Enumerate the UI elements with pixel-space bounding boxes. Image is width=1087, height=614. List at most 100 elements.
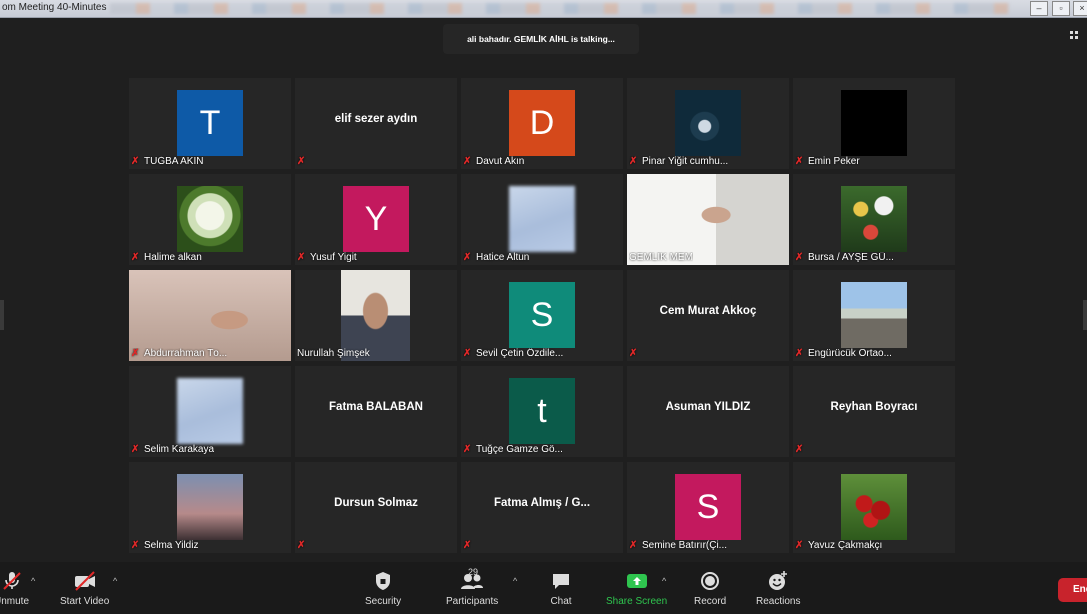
record-button[interactable]: Record — [694, 570, 726, 607]
participant-profile-photo — [177, 186, 243, 252]
close-icon[interactable]: × — [1073, 1, 1087, 16]
security-button[interactable]: Security — [365, 570, 401, 607]
participant-name-text: Emin Peker — [808, 156, 860, 167]
mic-muted-icon: ✗ — [463, 252, 472, 263]
mic-muted-icon: ✗ — [463, 540, 472, 551]
mic-muted-icon: ✗ — [463, 444, 472, 455]
participant-tile[interactable]: ✗ Emin Peker — [793, 78, 955, 169]
participant-name-label: ✗ Engürücük Ortao... — [795, 348, 892, 359]
next-page-handle[interactable] — [1083, 300, 1087, 330]
participant-tile[interactable]: T ✗ TUĞBA AKIN — [129, 78, 291, 169]
participant-avatar-initial: Y — [343, 186, 409, 252]
participant-name-text: Yusuf Yigit — [310, 252, 357, 263]
participant-display-name: Dursun Solmaz — [334, 496, 418, 509]
reactions-button[interactable]: Reactions — [756, 570, 800, 607]
participant-tile[interactable]: ✗ Bursa / AYŞE GÜ... — [793, 174, 955, 265]
participant-tile[interactable]: Fatma BALABAN — [295, 366, 457, 457]
participant-profile-photo — [177, 474, 243, 540]
participant-name-label: ✗ — [629, 348, 639, 359]
mic-muted-icon: ✗ — [297, 252, 306, 263]
participant-tile[interactable]: Nurullah Şimşek — [295, 270, 457, 361]
chat-button[interactable]: Chat — [550, 570, 572, 607]
participant-name-text: Selma Yildiz — [144, 540, 199, 551]
participant-tile[interactable]: S ✗ Sevil Çetin Özdile... — [461, 270, 623, 361]
participant-display-name: Fatma BALABAN — [329, 400, 423, 413]
participant-tile[interactable]: elif sezer aydın ✗ — [295, 78, 457, 169]
participant-profile-photo — [177, 378, 243, 444]
maximize-icon[interactable]: ▫ — [1052, 1, 1070, 16]
participant-tile[interactable]: ✗ Halime alkan — [129, 174, 291, 265]
blurred-taskbar-strip — [110, 3, 1010, 14]
start-video-button[interactable]: Start Video — [60, 570, 109, 607]
share-screen-button[interactable]: Share Screen — [606, 570, 667, 607]
shield-icon — [376, 572, 391, 590]
participant-name-label: ✗ Emin Peker — [795, 156, 860, 167]
participant-name-text: Semine Batırır(Çi... — [642, 540, 728, 551]
participants-button[interactable]: 29 Participants — [446, 567, 498, 607]
end-meeting-button[interactable]: End — [1058, 578, 1087, 602]
participants-count: 29 — [468, 567, 479, 577]
participant-tile[interactable]: ✗ Selim Karakaya — [129, 366, 291, 457]
participant-tile[interactable]: ✗ Engürücük Ortao... — [793, 270, 955, 361]
participant-tile[interactable]: Fatma Almış / G... ✗ — [461, 462, 623, 553]
participant-profile-photo — [509, 186, 575, 252]
participant-name-text: Hatice Altun — [476, 252, 530, 263]
participant-name-text: Halime alkan — [144, 252, 202, 263]
mic-muted-icon: ✗ — [463, 348, 472, 359]
mic-muted-icon: ✗ — [629, 156, 638, 167]
unmute-button[interactable]: Unmute — [0, 570, 29, 607]
share-options-caret[interactable]: ^ — [662, 576, 666, 586]
participant-name-text: Selim Karakaya — [144, 444, 215, 455]
mic-muted-icon: ✗ — [297, 540, 306, 551]
participant-tile[interactable]: Reyhan Boyracı ✗ — [793, 366, 955, 457]
participant-name-label: ✗ Yavuz Çakmakçı — [795, 540, 882, 551]
participant-profile-photo — [841, 474, 907, 540]
participant-name-label: ✗ Davut Akın — [463, 156, 524, 167]
participant-name-text: TUĞBA AKIN — [144, 156, 204, 167]
participant-avatar-initial: t — [509, 378, 575, 444]
mic-muted-icon: ✗ — [131, 540, 140, 551]
view-button[interactable] — [1070, 30, 1081, 41]
video-camera-off-icon — [74, 571, 95, 591]
participant-name-label: ✗ Sevil Çetin Özdile... — [463, 348, 563, 359]
participant-name-label: ✗ Semine Batırır(Çi... — [629, 540, 727, 551]
participant-tile[interactable]: S ✗ Semine Batırır(Çi... — [627, 462, 789, 553]
active-speaker-banner: ali bahadır. GEMLİK AİHL is talking... — [443, 24, 639, 54]
minimize-icon[interactable]: – — [1030, 1, 1048, 16]
mic-muted-icon: ✗ — [131, 348, 140, 359]
participant-tile[interactable]: ✗ Selma Yildiz — [129, 462, 291, 553]
chat-label: Chat — [550, 596, 572, 607]
participant-name-label: ✗ — [463, 540, 473, 551]
window-title: om Meeting 40-Minutes — [2, 2, 107, 13]
participant-display-name: elif sezer aydın — [334, 112, 418, 125]
video-options-caret[interactable]: ^ — [113, 576, 117, 586]
participant-name-label: ✗ Pinar Yiğit cumhu... — [629, 156, 728, 167]
mic-muted-icon: ✗ — [131, 156, 140, 167]
participant-profile-photo — [841, 90, 907, 156]
audio-options-caret[interactable]: ^ — [31, 576, 35, 586]
mic-muted-icon: ✗ — [795, 444, 804, 455]
microphone-muted-icon — [2, 572, 21, 590]
participant-tile[interactable]: Y ✗ Yusuf Yigit — [295, 174, 457, 265]
participant-tile[interactable]: D ✗ Davut Akın — [461, 78, 623, 169]
participants-options-caret[interactable]: ^ — [513, 576, 517, 586]
participant-name-label: ✗ Selim Karakaya — [131, 444, 214, 455]
mic-muted-icon: ✗ — [131, 252, 140, 263]
participant-tile[interactable]: t ✗ Tuğçe Gamze Gö... — [461, 366, 623, 457]
participant-tile[interactable]: ✗ Abdurrahman Tо... — [129, 270, 291, 361]
participant-tile[interactable]: Asuman YILDIZ — [627, 366, 789, 457]
participant-tile[interactable]: GEMLİK MEM — [627, 174, 789, 265]
participant-tile[interactable]: Dursun Solmaz ✗ — [295, 462, 457, 553]
participant-tile[interactable]: ✗ Yavuz Çakmakçı — [793, 462, 955, 553]
title-bar: om Meeting 40-Minutes – ▫ × — [0, 0, 1087, 18]
prev-page-handle[interactable] — [0, 300, 4, 330]
participant-tile[interactable]: Cem Murat Akkoç ✗ — [627, 270, 789, 361]
participant-tile[interactable]: ✗ Pinar Yiğit cumhu... — [627, 78, 789, 169]
participant-avatar-initial: S — [675, 474, 741, 540]
participant-name-text: Engürücük Ortao... — [808, 348, 892, 359]
participant-avatar-initial: T — [177, 90, 243, 156]
participant-tile[interactable]: ✗ Hatice Altun — [461, 174, 623, 265]
mic-muted-icon: ✗ — [795, 348, 804, 359]
participant-name-text: Tuğçe Gamze Gö... — [476, 444, 563, 455]
mic-muted-icon: ✗ — [795, 540, 804, 551]
